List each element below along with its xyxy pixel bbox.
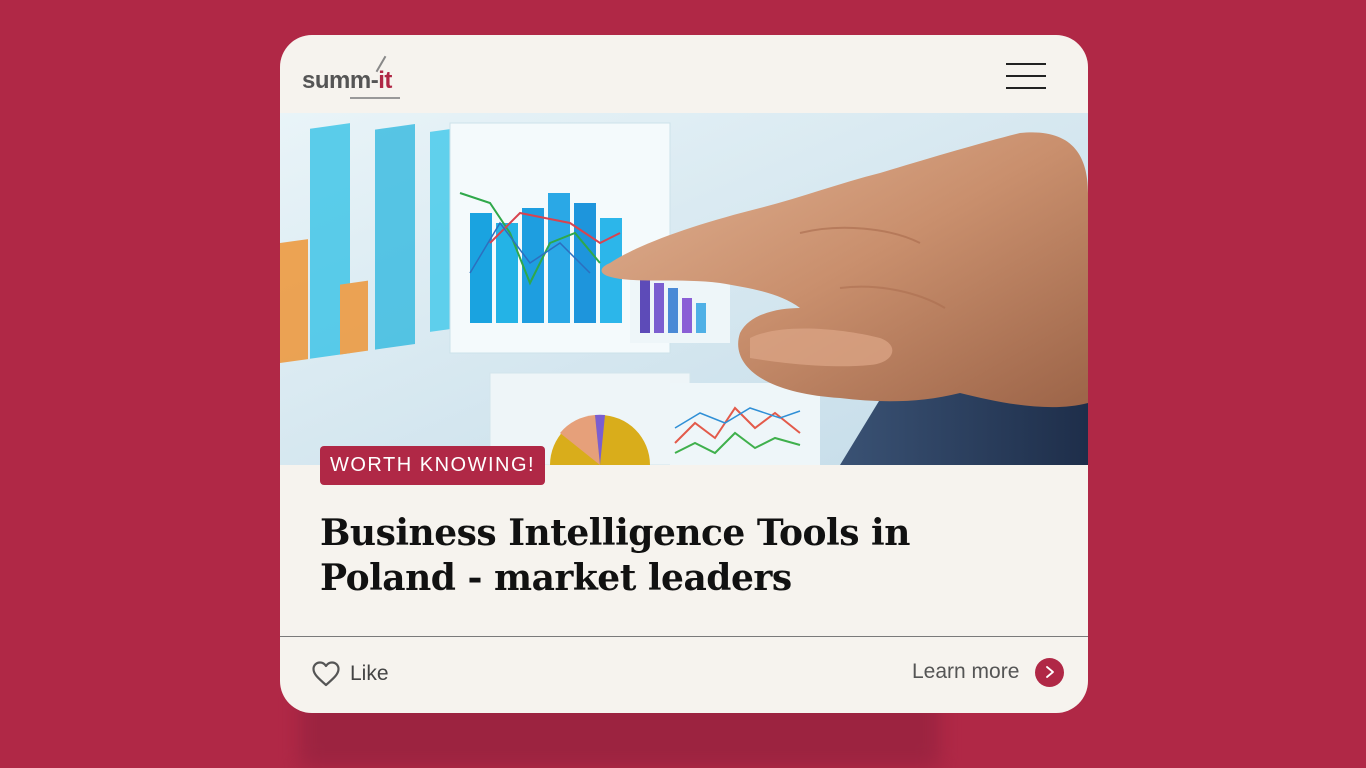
hamburger-menu-icon[interactable]: [1004, 61, 1048, 91]
page-background: summ-it WORTH KNOWING! Business Intellig…: [0, 0, 1366, 768]
hero-image: [280, 113, 1088, 465]
hero-photo-illustration: [280, 113, 1088, 465]
card-header: summ-it: [280, 35, 1088, 113]
logo-text: summ-it: [302, 67, 392, 94]
like-label: Like: [350, 662, 389, 685]
learn-more-link[interactable]: Learn more: [912, 655, 1065, 689]
footer-divider: [280, 636, 1088, 637]
like-button[interactable]: Like: [312, 659, 389, 689]
article-title[interactable]: Business Intelligence Tools in Poland - …: [320, 511, 1040, 601]
heart-outline-icon: [312, 661, 340, 687]
logo-underline: [350, 97, 400, 99]
learn-more-label: Learn more: [912, 660, 1020, 683]
chevron-right-icon: [1035, 657, 1065, 687]
article-card: summ-it WORTH KNOWING! Business Intellig…: [280, 35, 1088, 713]
summit-logo[interactable]: summ-it: [302, 53, 412, 101]
category-tag: WORTH KNOWING!: [320, 446, 546, 485]
